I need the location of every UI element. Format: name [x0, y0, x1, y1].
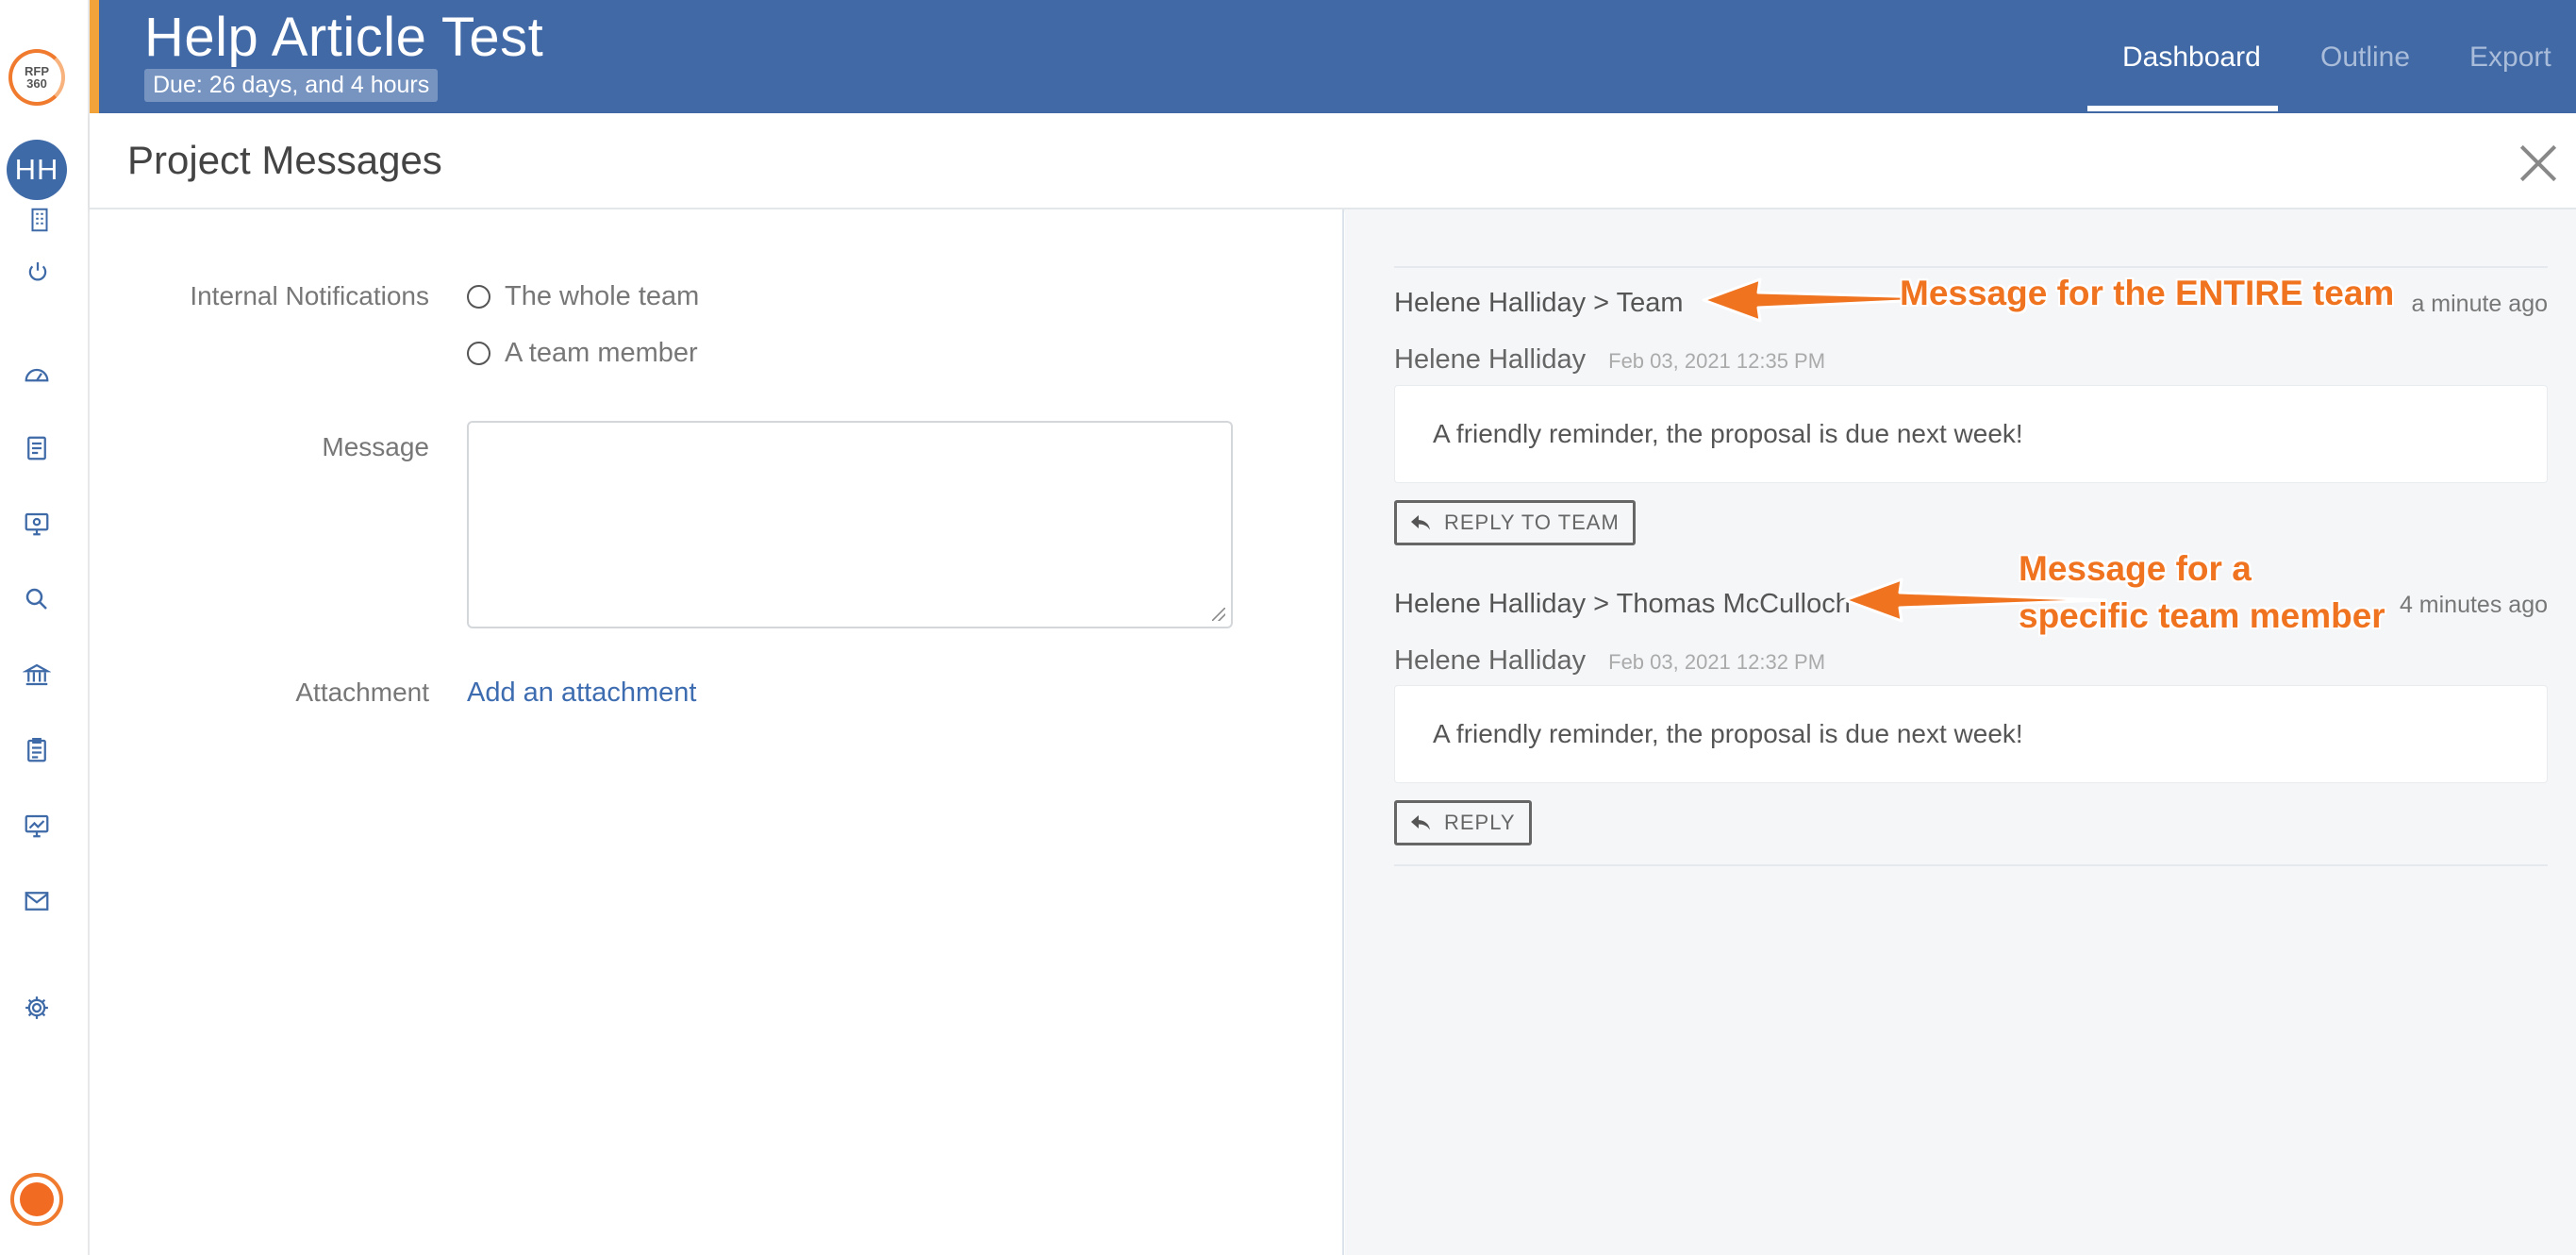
tab-outline[interactable]: Outline: [2320, 42, 2410, 74]
message-body: A friendly reminder, the proposal is due…: [1394, 385, 2548, 483]
textarea-resize-handle[interactable]: [1212, 608, 1225, 621]
message-date: Feb 03, 2021 12:35 PM: [1608, 349, 1826, 373]
analytics-icon[interactable]: [23, 812, 51, 840]
message-divider: [1394, 266, 2548, 268]
message-author-name: Helene Halliday: [1394, 344, 1587, 375]
annotation-specific-member: Message for a specific team member: [2019, 545, 2385, 640]
dashboard-icon[interactable]: [23, 360, 51, 389]
annotation-specific-member-line2: specific team member: [2019, 596, 2385, 635]
clipboard-icon[interactable]: [23, 736, 51, 764]
due-badge: Due: 26 days, and 4 hours: [144, 69, 439, 102]
radio-team-member-label: A team member: [505, 338, 698, 368]
mail-icon[interactable]: [23, 887, 51, 915]
compose-message-form: Internal Notifications Message Attachmen…: [90, 209, 1344, 1255]
logo-text-bottom: 360: [26, 76, 47, 91]
radio-team-member[interactable]: A team member: [467, 338, 698, 369]
message-time-ago: a minute ago: [2411, 291, 2548, 317]
message-recipient-header: Helene Halliday > Thomas McCulloch: [1394, 589, 1851, 619]
project-header: Help Article Test Due: 26 days, and 4 ho…: [90, 0, 2576, 113]
radio-team-member-circle[interactable]: [467, 342, 490, 365]
message-thread-panel: Helene Halliday > Team a minute ago Hele…: [1345, 209, 2576, 1255]
message-author: Helene Halliday Feb 03, 2021 12:35 PM: [1394, 344, 1825, 376]
message-label: Message: [322, 432, 429, 461]
left-sidebar: RFP 360 HH: [0, 0, 90, 1255]
tab-export[interactable]: Export: [2469, 42, 2551, 74]
active-tab-indicator: [2087, 106, 2278, 111]
building-icon[interactable]: [25, 206, 54, 234]
message-recipient-header: Helene Halliday > Team: [1394, 288, 1684, 318]
bottom-logo-icon[interactable]: [10, 1173, 63, 1226]
message-body: A friendly reminder, the proposal is due…: [1394, 685, 2548, 783]
modal-header: Project Messages: [90, 113, 2576, 209]
add-attachment-link[interactable]: Add an attachment: [467, 678, 696, 709]
rfp360-logo[interactable]: RFP 360: [8, 49, 65, 106]
search-icon[interactable]: [23, 585, 51, 613]
message-author: Helene Halliday Feb 03, 2021 12:32 PM: [1394, 645, 1825, 677]
close-icon[interactable]: [2514, 138, 2563, 187]
tab-dashboard[interactable]: Dashboard: [2122, 42, 2261, 74]
message-author-name: Helene Halliday: [1394, 645, 1587, 676]
radio-whole-team-label: The whole team: [505, 281, 700, 311]
reply-icon: [1411, 515, 1430, 530]
reply-icon: [1411, 815, 1430, 830]
message-textarea[interactable]: [467, 421, 1233, 628]
radio-whole-team[interactable]: The whole team: [467, 281, 699, 312]
annotation-specific-member-line1: Message for a: [2019, 549, 2252, 588]
document-icon[interactable]: [23, 434, 51, 462]
project-title: Help Article Test: [144, 7, 544, 68]
modal-title: Project Messages: [127, 138, 442, 182]
user-avatar[interactable]: HH: [7, 140, 67, 200]
gear-icon[interactable]: [23, 994, 51, 1022]
attachment-label: Attachment: [295, 678, 429, 707]
reply-to-team-button[interactable]: REPLY TO TEAM: [1394, 500, 1636, 545]
reply-label: REPLY: [1444, 811, 1516, 834]
power-icon[interactable]: [24, 258, 52, 286]
message-date: Feb 03, 2021 12:32 PM: [1608, 650, 1826, 674]
message-time-ago: 4 minutes ago: [2399, 592, 2548, 618]
annotation-entire-team: Message for the ENTIRE team: [1900, 274, 2395, 312]
bank-icon[interactable]: [23, 661, 51, 689]
internal-notifications-label: Internal Notifications: [190, 281, 429, 310]
reply-to-team-label: REPLY TO TEAM: [1444, 510, 1620, 534]
reply-button[interactable]: REPLY: [1394, 800, 1532, 845]
radio-whole-team-circle[interactable]: [467, 285, 490, 309]
message-divider: [1394, 864, 2548, 866]
monitor-icon[interactable]: [23, 510, 51, 538]
